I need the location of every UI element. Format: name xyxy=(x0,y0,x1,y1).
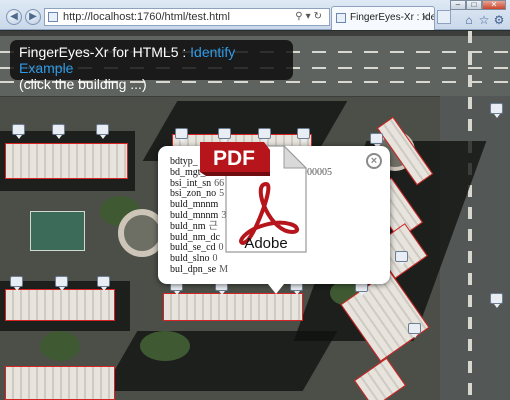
minimize-button[interactable]: – xyxy=(450,0,466,10)
address-bar[interactable]: http://localhost:1760/html/test.html ⚲▾↻ xyxy=(44,8,330,26)
building[interactable] xyxy=(5,366,115,400)
star-icon[interactable]: ☆ xyxy=(477,13,491,27)
tab-close-icon[interactable]: ✕ xyxy=(421,7,430,29)
map-marker-icon[interactable] xyxy=(490,293,503,308)
window-controls: – □ ✕ xyxy=(450,0,506,10)
building-shadow xyxy=(102,331,338,391)
map-marker-icon[interactable] xyxy=(258,128,271,143)
gear-icon[interactable]: ⚙ xyxy=(492,13,506,27)
map-marker-icon[interactable] xyxy=(52,124,65,139)
page-icon xyxy=(48,12,58,22)
close-window-button[interactable]: ✕ xyxy=(482,0,506,10)
pdf-badge-shadow xyxy=(200,172,270,176)
home-icon[interactable]: ⌂ xyxy=(462,13,476,27)
maximize-button[interactable]: □ xyxy=(466,0,482,10)
trees xyxy=(40,331,80,361)
browser-tab[interactable]: FingerEyes-Xr : Identify ✕ xyxy=(331,6,435,30)
forward-arrow-icon[interactable]: ▶ xyxy=(25,9,41,25)
map-marker-icon[interactable] xyxy=(370,133,383,148)
subtitle: (click the building ...) xyxy=(19,76,147,92)
map-marker-icon[interactable] xyxy=(490,103,503,118)
building[interactable] xyxy=(5,289,115,321)
attribute-row: bul_dpn_se M xyxy=(170,263,229,275)
tennis-court xyxy=(30,211,85,251)
building[interactable] xyxy=(5,143,128,179)
map-marker-icon[interactable] xyxy=(297,128,310,143)
title-prefix: FingerEyes-Xr for HTML5 : xyxy=(19,44,191,60)
map-marker-icon[interactable] xyxy=(55,276,68,291)
map-marker-icon[interactable] xyxy=(408,323,421,338)
pdf-document-icon: PDF Adobe xyxy=(200,142,308,253)
road-lane xyxy=(468,31,472,400)
browser-toolbar: ◀ ▶ http://localhost:1760/html/test.html… xyxy=(0,0,510,30)
close-icon[interactable]: × xyxy=(366,153,382,169)
map-marker-icon[interactable] xyxy=(395,251,408,266)
address-text: http://localhost:1760/html/test.html xyxy=(63,11,230,23)
map-marker-icon[interactable] xyxy=(97,276,110,291)
pdf-page-fold xyxy=(283,144,308,169)
map-marker-icon[interactable] xyxy=(10,276,23,291)
trees xyxy=(140,331,190,361)
building[interactable] xyxy=(163,293,303,321)
map-marker-icon[interactable] xyxy=(12,124,25,139)
back-arrow-icon[interactable]: ◀ xyxy=(6,9,22,25)
search-refresh-icons[interactable]: ⚲▾↻ xyxy=(295,9,325,25)
adobe-text: Adobe xyxy=(244,235,287,252)
favicon-icon xyxy=(336,13,346,23)
map-marker-icon[interactable] xyxy=(175,128,188,143)
new-tab-button[interactable] xyxy=(437,10,451,24)
map-marker-icon[interactable] xyxy=(96,124,109,139)
title-line: FingerEyes-Xr for HTML5 : Identify Examp… xyxy=(19,44,293,76)
pdf-badge-text: PDF xyxy=(213,147,255,170)
title-panel: FingerEyes-Xr for HTML5 : Identify Examp… xyxy=(10,40,293,92)
map-marker-icon[interactable] xyxy=(218,128,231,143)
